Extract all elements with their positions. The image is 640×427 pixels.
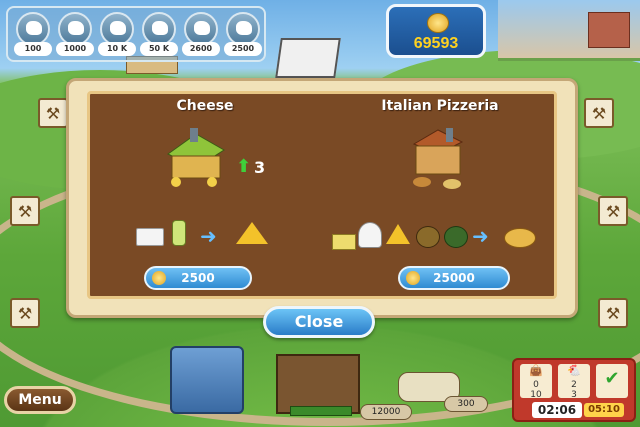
goat-icon — [142, 12, 176, 46]
build-sign[interactable]: ⚒ — [598, 196, 628, 226]
shop-slot-pig[interactable]: 10 K — [98, 12, 136, 56]
animal-shop-bar: 100 1000 10 K 50 K 2600 2500 — [6, 6, 266, 62]
pizza-icon — [504, 228, 536, 248]
goal-target: 10 — [530, 390, 542, 400]
arrow-right-icon: ➜ — [200, 224, 217, 248]
cow-icon — [58, 12, 92, 46]
cheese-factory-icon — [167, 128, 225, 187]
option-title: Italian Pizzeria — [381, 98, 499, 114]
coin-icon — [427, 13, 449, 33]
slot-price: 50 K — [140, 42, 178, 56]
build-sign[interactable]: ⚒ — [10, 196, 40, 226]
sausage-basket-icon — [416, 226, 440, 248]
flour-sack-icon — [358, 222, 382, 248]
hen-icon — [16, 12, 50, 46]
option-pizzeria[interactable]: Italian Pizzeria ➜ 25000 — [326, 94, 554, 296]
milk-icon — [136, 228, 164, 246]
hammer-icon: ⚒ — [605, 202, 621, 221]
pizzeria-icon — [412, 128, 464, 189]
hammer-icon: ⚒ — [605, 304, 621, 323]
close-button[interactable]: Close — [263, 306, 375, 338]
hammer-icon: ⚒ — [591, 104, 607, 123]
cheese-icon — [386, 224, 410, 244]
goal-cell: ✔ — [596, 364, 628, 398]
coin-icon — [152, 271, 166, 285]
market-stand[interactable] — [276, 354, 360, 414]
money-display: 69593 — [386, 4, 486, 58]
sheep-icon — [226, 12, 260, 46]
buy-cheese-button[interactable]: 2500 — [144, 266, 252, 290]
bottle-icon — [172, 220, 186, 246]
arrow-right-icon: ➜ — [472, 224, 489, 248]
goal-count: 2 — [571, 380, 577, 390]
chicken-icon: 🐔 — [567, 364, 581, 377]
shop-slot-cow[interactable]: 1000 — [56, 12, 94, 56]
slot-price: 1000 — [56, 42, 94, 56]
upgrade-arrow-icon: ⬆ — [236, 156, 252, 177]
stock-bar — [290, 406, 352, 416]
build-sign[interactable]: ⚒ — [584, 98, 614, 128]
background-house — [588, 12, 630, 48]
build-sign[interactable]: ⚒ — [598, 298, 628, 328]
truck-cost-pill: 12000 — [360, 404, 412, 420]
plane-cost-pill: 300 — [444, 396, 488, 412]
bag-icon: 👜 — [529, 364, 543, 377]
shop-slot-horse[interactable]: 2600 — [182, 12, 220, 56]
upgrade-level: 3 — [254, 158, 266, 177]
slot-price: 100 — [14, 42, 52, 56]
goal-cell: 👜 0 10 — [520, 364, 552, 400]
cheese-price: 2500 — [181, 271, 215, 285]
delivery-truck[interactable] — [170, 346, 244, 414]
shop-slot-hen[interactable]: 100 — [14, 12, 52, 56]
horse-icon — [184, 12, 218, 46]
money-amount: 69593 — [413, 35, 459, 52]
hammer-icon: ⚒ — [17, 304, 33, 323]
butter-icon — [332, 234, 356, 250]
olives-icon — [444, 226, 468, 248]
menu-button[interactable]: Menu — [4, 386, 76, 414]
shop-slot-sheep[interactable]: 2500 — [224, 12, 262, 56]
plane-cost: 300 — [457, 399, 475, 409]
build-options: Cheese ⬆ 3 ➜ 2500 Italian Pizzeria ➜ 250… — [87, 91, 557, 299]
option-cheese[interactable]: Cheese ⬆ 3 ➜ 2500 — [90, 94, 320, 296]
pig-icon — [100, 12, 134, 46]
goal-cell: 🐔 2 3 — [558, 364, 590, 400]
cheese-icon — [236, 222, 268, 244]
level-timer: 02:06 — [532, 402, 582, 418]
hammer-icon: ⚒ — [17, 202, 33, 221]
build-sign[interactable]: ⚒ — [10, 298, 40, 328]
truck-cost: 12000 — [371, 407, 401, 417]
hammer-icon: ⚒ — [45, 104, 61, 123]
coin-icon — [406, 271, 420, 285]
goal-target: 3 — [571, 390, 577, 400]
build-sign[interactable]: ⚒ — [38, 98, 68, 128]
slot-price: 2600 — [182, 42, 220, 56]
check-icon: ✔ — [604, 368, 620, 389]
slot-price: 10 K — [98, 42, 136, 56]
shop-slot-goat[interactable]: 50 K — [140, 12, 178, 56]
buy-pizzeria-button[interactable]: 25000 — [398, 266, 510, 290]
build-dialog: Cheese ⬆ 3 ➜ 2500 Italian Pizzeria ➜ 250… — [66, 78, 578, 318]
pizzeria-price: 25000 — [433, 271, 475, 285]
goal-count: 0 — [533, 380, 539, 390]
slot-price: 2500 — [224, 42, 262, 56]
option-title: Cheese — [176, 98, 234, 114]
warehouse[interactable] — [275, 38, 341, 78]
gold-timer: 05:10 — [584, 403, 624, 417]
